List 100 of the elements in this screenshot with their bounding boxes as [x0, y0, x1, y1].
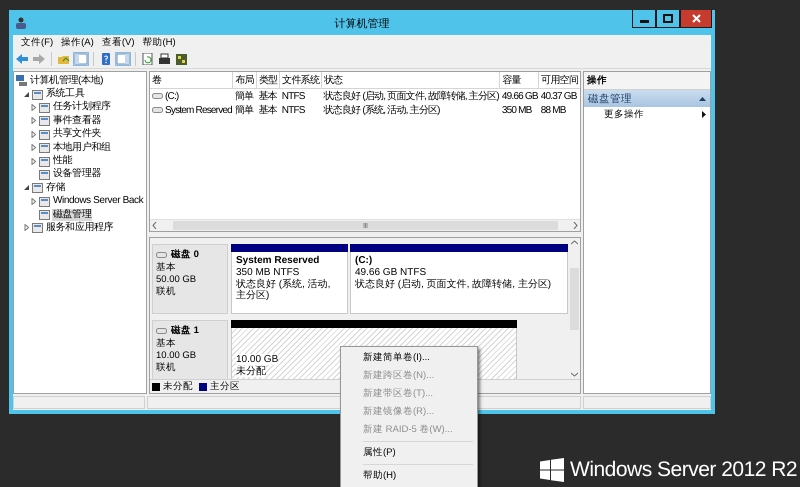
tree-item[interactable]: 计算机管理(本地)	[29, 74, 104, 87]
column-header[interactable]: 布局	[232, 72, 256, 88]
tree-item[interactable]: 性能	[52, 155, 74, 168]
disk-detail: 联机	[156, 362, 176, 373]
tree-item[interactable]: 服务和应用程序	[45, 222, 114, 234]
menu-item[interactable]: 新建简单卷(I)...	[343, 349, 475, 367]
tree-item[interactable]: 设备管理器	[52, 168, 102, 180]
folder-icon[interactable]	[57, 53, 71, 65]
expand-arrow-icon[interactable]	[23, 224, 30, 232]
grip-icon[interactable]	[362, 223, 368, 228]
close-icon	[692, 14, 700, 23]
partition-size: 350 MB NTFS	[236, 267, 300, 278]
drive-icon	[156, 252, 167, 258]
expand-arrow-icon[interactable]	[30, 144, 37, 152]
window-icon	[32, 182, 43, 194]
back-arrow-icon[interactable]	[15, 53, 29, 65]
column-header[interactable]: 可用空间	[538, 72, 580, 88]
partition-size: 49.66 GB NTFS	[355, 267, 426, 278]
user-icon	[15, 16, 27, 28]
tree-item[interactable]: 存储	[45, 182, 66, 194]
document-icon[interactable]	[141, 53, 155, 65]
drive-icon	[152, 93, 163, 99]
disk-info-panel[interactable]: 磁盘 1 基本 10.00 GB 联机	[152, 320, 228, 379]
menu-item[interactable]: 文件(F)	[17, 36, 58, 50]
table-cell: 基本	[258, 105, 277, 116]
column-header[interactable]: 类型	[256, 72, 280, 88]
computer-icon	[16, 75, 27, 86]
expand-arrow-icon[interactable]	[30, 130, 37, 138]
collapse-arrow-icon[interactable]	[23, 184, 30, 192]
window-icon	[39, 128, 50, 140]
legend-label: 未分配	[163, 380, 193, 393]
table-cell: 基本	[258, 91, 277, 102]
column-header[interactable]: 卷	[150, 72, 233, 88]
printer-icon[interactable]	[158, 53, 172, 65]
product-name: Windows Server 2012 R2	[570, 458, 798, 482]
window-icon	[39, 168, 50, 180]
help-icon[interactable]	[99, 53, 113, 65]
disk-detail: 50.00 GB	[156, 274, 196, 285]
action-link[interactable]: 更多操作	[604, 108, 644, 121]
partition-status: 状态良好 (启动, 页面文件, 故障转储, 主分区)	[355, 279, 552, 290]
window-icon	[39, 102, 50, 113]
partition-name: System Reserved	[236, 255, 320, 266]
expand-arrow-icon[interactable]	[30, 117, 37, 124]
table-cell: 40.37 GB	[540, 90, 577, 102]
disk-name: 磁盘 1	[171, 324, 199, 337]
tree-item[interactable]: 本地用户和组	[52, 142, 112, 154]
panel-icon[interactable]	[116, 53, 130, 65]
tree-item[interactable]: 任务计划程序	[52, 101, 112, 114]
column-header[interactable]: 容量	[500, 72, 539, 88]
expand-arrow-icon[interactable]	[30, 158, 37, 165]
table-cell: 簡单	[234, 91, 254, 102]
submenu-arrow-icon	[702, 111, 706, 118]
pane-header: 操作	[584, 72, 710, 90]
grid-icon[interactable]	[175, 53, 189, 65]
scroll-thumb[interactable]	[570, 268, 578, 330]
disk-detail: 基本	[156, 338, 176, 349]
expand-arrow-icon[interactable]	[30, 104, 37, 111]
windows-logo-icon	[540, 458, 564, 482]
disk-info-panel[interactable]: 磁盘 0 基本 50.00 GB 联机	[152, 244, 228, 314]
window-icon	[32, 88, 43, 100]
table-cell: 状态良好 (系统, 活动, 主分区)	[324, 105, 440, 116]
tree-item[interactable]: 共享文件夹	[52, 128, 102, 140]
column-header[interactable]: 文件系统	[280, 72, 322, 88]
table-cell: 簡单	[234, 105, 254, 116]
collapse-arrow-icon[interactable]	[699, 96, 706, 101]
horizontal-scrollbar[interactable]	[150, 219, 580, 231]
disk-name: 磁盘 0	[171, 248, 199, 261]
partition-size: 10.00 GB	[236, 354, 278, 364]
panel-icon[interactable]	[74, 53, 88, 65]
table-cell: 88 MB	[540, 104, 566, 116]
disk-detail: 联机	[156, 286, 176, 297]
table-cell: 350 MB	[502, 104, 532, 116]
legend-label: 主分区	[210, 380, 240, 393]
tree-item[interactable]: Windows Server Back	[52, 195, 144, 208]
window-title: 计算机管理	[334, 17, 390, 31]
window-icon	[39, 142, 50, 154]
column-header[interactable]: 状态	[322, 72, 500, 88]
menu-item[interactable]: 帮助(H)	[343, 467, 475, 485]
tree-item[interactable]: 系统工具	[45, 88, 86, 100]
table-cell: 49.66 GB	[502, 90, 538, 102]
menu-item[interactable]: 操作(A)	[57, 36, 98, 50]
collapse-arrow-icon[interactable]	[23, 90, 30, 98]
maximize-button[interactable]	[656, 10, 680, 28]
vertical-scrollbar[interactable]	[568, 238, 580, 379]
tree-item[interactable]: 磁盘管理	[52, 208, 92, 221]
expand-arrow-icon[interactable]	[30, 198, 37, 205]
tree-item[interactable]: 事件查看器	[52, 114, 102, 127]
menu-item[interactable]: 查看(V)	[98, 36, 138, 50]
menu-item[interactable]: 属性(P)	[343, 444, 475, 462]
disk-detail: 基本	[156, 262, 176, 273]
drive-icon	[156, 328, 167, 334]
window-icon	[32, 222, 43, 234]
maximize-icon	[663, 14, 673, 23]
minimize-button[interactable]	[632, 10, 656, 28]
drive-icon	[152, 107, 163, 113]
section-header[interactable]: 磁盘管理	[584, 90, 710, 107]
close-button[interactable]	[680, 10, 712, 28]
partition-name: (C:)	[355, 255, 372, 266]
table-cell: System Reserved	[165, 104, 232, 116]
menu-item[interactable]: 帮助(H)	[138, 36, 180, 50]
